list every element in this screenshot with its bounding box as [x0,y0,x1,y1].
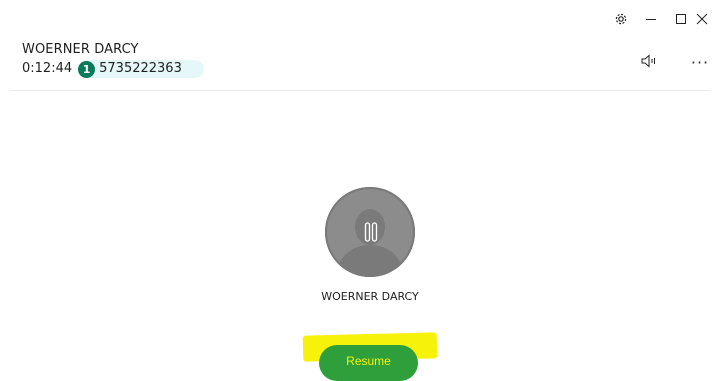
close-button[interactable] [696,7,716,31]
close-icon [696,13,708,25]
window-controls [606,7,716,31]
more-options-button[interactable]: ··· [689,54,711,72]
pause-icon [363,222,379,242]
line-indicator: 1 5735222363 [78,60,204,78]
call-header: WOERNER DARCY 0:12:44 1 5735222363 [22,42,204,78]
header-divider [10,90,710,91]
settings-button[interactable] [606,7,636,31]
resume-button[interactable]: Resume [319,345,418,381]
maximize-icon [675,13,687,25]
gear-icon [614,12,628,26]
line-number-badge: 1 [78,60,96,78]
call-meta: 0:12:44 1 5735222363 [22,60,204,78]
call-timer: 0:12:44 [22,61,73,76]
minimize-icon [645,13,657,25]
phone-number: 5735222363 [99,61,182,76]
maximize-button[interactable] [666,7,696,31]
caller-name: WOERNER DARCY [22,42,139,57]
minimize-button[interactable] [636,7,666,31]
speaker-button[interactable] [638,54,660,72]
avatar-caller-name: WOERNER DARCY [321,290,419,303]
speaker-icon [640,53,658,73]
